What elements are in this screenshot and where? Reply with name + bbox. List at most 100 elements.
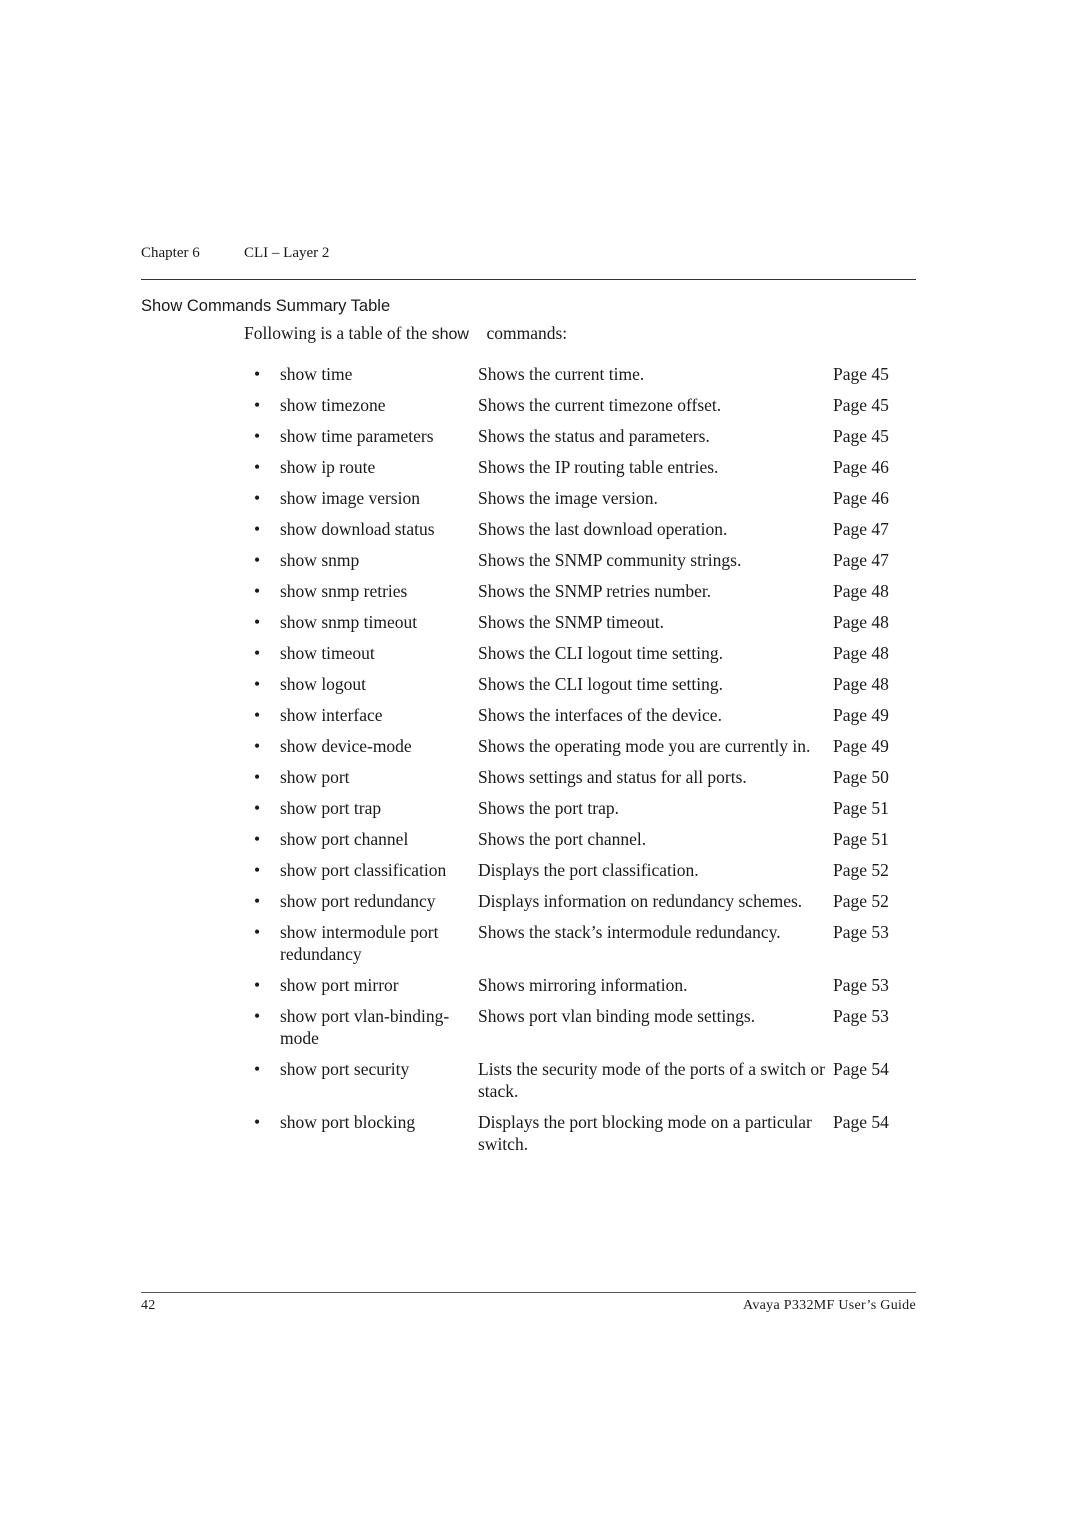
bullet-icon: • (254, 975, 261, 995)
table-row: • show port vlan-binding-mode Shows port v… (254, 1005, 914, 1049)
command-name: show snmp retries (280, 581, 408, 601)
bullet-icon: • (254, 767, 261, 787)
command-description: Shows the CLI logout time setting. (478, 674, 723, 694)
command-name: show timezone (280, 395, 386, 415)
bullet-icon: • (254, 1006, 261, 1026)
chapter-label: Chapter 6 (141, 245, 200, 261)
table-row: • show port security Lists the security mo… (254, 1058, 914, 1102)
command-name: show logout (280, 674, 367, 694)
command-description: Shows the current time. (478, 364, 645, 384)
bullet-icon: • (254, 426, 261, 446)
table-row: • show port classification Displays the po… (254, 859, 914, 881)
table-row: • show snmp retries Shows the SNMP retries… (254, 580, 914, 602)
command-name: show time (280, 364, 353, 384)
page-reference: Page 53 (833, 1006, 889, 1026)
command-description: Shows the CLI logout time setting. (478, 643, 723, 663)
page-reference: Page 54 (833, 1059, 889, 1079)
command-name: show port (280, 767, 350, 787)
chapter-title: CLI – Layer 2 (244, 245, 330, 261)
table-row: • show port blocking Displays the port blo… (254, 1111, 914, 1155)
intro-paragraph: Following is a table of the show command… (244, 323, 567, 344)
page-reference: Page 48 (833, 612, 889, 632)
table-row: • show image version Shows the image versi… (254, 487, 914, 509)
command-name: show port security (280, 1059, 410, 1079)
page-reference: Page 46 (833, 457, 889, 477)
bullet-icon: • (254, 705, 261, 725)
bullet-icon: • (254, 1059, 261, 1079)
bullet-icon: • (254, 891, 261, 911)
table-row: • show port trap Shows the port trap. Page … (254, 797, 914, 819)
table-row: • show download status Shows the last down… (254, 518, 914, 540)
table-row: • show timezone Shows the current timezone… (254, 394, 914, 416)
command-description: Shows the port channel. (478, 829, 647, 849)
bullet-icon: • (254, 550, 261, 570)
command-name: show port classification (280, 860, 447, 880)
intro-text-end: commands: (486, 323, 568, 343)
command-description: Shows the last download operation. (478, 519, 728, 539)
page-reference: Page 46 (833, 488, 889, 508)
bullet-icon: • (254, 674, 261, 694)
section-title: Show Commands Summary Table (141, 297, 391, 315)
table-row: • show port mirror Shows mirroring informa… (254, 974, 914, 996)
command-name: show download status (280, 519, 435, 539)
page-reference: Page 48 (833, 581, 889, 601)
bullet-icon: • (254, 457, 261, 477)
command-name: show timeout (280, 643, 375, 663)
table-row: • show device-mode Shows the operating mod… (254, 735, 914, 757)
table-row: • show time Shows the current time. Page 45 (254, 363, 914, 385)
command-description: Shows the operating mode you are current… (478, 736, 811, 756)
command-description: Shows the current timezone offset. (478, 395, 722, 415)
command-description: Shows settings and status for all ports. (478, 767, 747, 787)
command-name: show image version (280, 488, 420, 508)
page-reference: Page 45 (833, 364, 889, 384)
table-row: • show port Shows settings and status for … (254, 766, 914, 788)
table-row: • show snmp timeout Shows the SNMP timeout… (254, 611, 914, 633)
command-name: show ip route (280, 457, 376, 477)
command-name: show port vlan-binding-mode (280, 1006, 450, 1048)
command-name: show port trap (280, 798, 382, 818)
command-description: Lists the security mode of the ports of … (478, 1059, 826, 1101)
table-row: • show intermodule port redundancy Shows t… (254, 921, 914, 965)
page-reference: Page 45 (833, 426, 889, 446)
bullet-icon: • (254, 581, 261, 601)
bullet-icon: • (254, 736, 261, 756)
page-reference: Page 48 (833, 643, 889, 663)
command-name: show snmp (280, 550, 360, 570)
table-row: • show ip route Shows the IP routing table… (254, 456, 914, 478)
table-row: • show logout Shows the CLI logout time se… (254, 673, 914, 695)
command-description: Shows the stack’s intermodule redundancy… (478, 922, 781, 942)
command-description: Shows the status and parameters. (478, 426, 710, 446)
bullet-icon: • (254, 519, 261, 539)
bullet-icon: • (254, 488, 261, 508)
page-reference: Page 52 (833, 891, 889, 911)
page-reference: Page 50 (833, 767, 889, 787)
bullet-icon: • (254, 829, 261, 849)
command-description: Displays the port blocking mode on a par… (478, 1112, 812, 1154)
command-name: show port mirror (280, 975, 399, 995)
command-name: show port redundancy (280, 891, 436, 911)
command-description: Shows the port trap. (478, 798, 619, 818)
page-reference: Page 48 (833, 674, 889, 694)
page-reference: Page 49 (833, 705, 889, 725)
command-name: show intermodule port redundancy (280, 922, 439, 964)
bullet-icon: • (254, 643, 261, 663)
table-row: • show timeout Shows the CLI logout time s… (254, 642, 914, 664)
page-reference: Page 45 (833, 395, 889, 415)
command-description: Shows the SNMP retries number. (478, 581, 712, 601)
bullet-icon: • (254, 395, 261, 415)
command-description: Shows the IP routing table entries. (478, 457, 719, 477)
command-name: show snmp timeout (280, 612, 418, 632)
page-reference: Page 53 (833, 922, 889, 942)
table-row: • show snmp Shows the SNMP community strin… (254, 549, 914, 571)
command-description: Displays information on redundancy schem… (478, 891, 803, 911)
bullet-icon: • (254, 1112, 261, 1132)
page-reference: Page 52 (833, 860, 889, 880)
page-reference: Page 53 (833, 975, 889, 995)
command-description: Shows port vlan binding mode settings. (478, 1006, 756, 1026)
page-reference: Page 47 (833, 550, 889, 570)
command-name: show port channel (280, 829, 409, 849)
command-description: Shows the interfaces of the device. (478, 705, 722, 725)
table-row: • show interface Shows the interfaces of t… (254, 704, 914, 726)
bullet-icon: • (254, 798, 261, 818)
running-header: Chapter 6 CLI – Layer 2 (141, 245, 329, 262)
